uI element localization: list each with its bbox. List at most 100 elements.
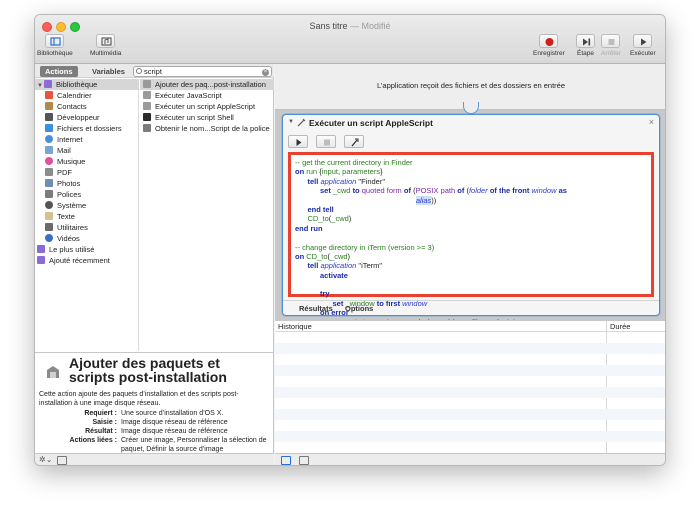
log-panel: Historique Durée [275,320,665,454]
code-line: -- change directory in iTerm (version >=… [295,242,435,252]
tab-results[interactable]: Résultats [299,304,333,313]
category-item[interactable]: Fichiers et dossiers [45,123,122,134]
step-icon [576,34,595,48]
library-bottom-bar: ✲⌄ [35,453,274,465]
compile-script-button[interactable] [344,135,364,148]
disclosure-down-icon[interactable]: ▼ [288,119,294,125]
category-item[interactable]: Développeur [45,112,100,123]
media-icon [96,34,116,48]
category-item[interactable]: Ajouté récemment [37,255,110,266]
action-tabs: Résultats Options [283,300,659,315]
code-line: CD_to(_cwd) [307,214,352,224]
automator-window: Sans titre — Modifié Bibliothèque Multim… [34,14,666,466]
run-script-button[interactable] [288,135,308,148]
category-item[interactable]: ▼ Bibliothèque [35,79,139,90]
calendar-icon [45,91,53,99]
log-row [275,343,665,354]
developer-icon [45,113,53,121]
gear-menu-icon[interactable]: ✲⌄ [39,455,52,464]
library-sidebar-icon [45,34,65,48]
category-item[interactable]: Vidéos [45,233,80,244]
stop-script-button[interactable] [316,135,336,148]
pdf-icon [45,168,53,176]
history-column-header[interactable]: Historique [278,321,312,332]
library-icon [44,80,52,88]
actions-tab[interactable]: Actions [40,66,78,77]
run-toolbar-button[interactable]: Exécuter [630,34,656,57]
disclosure-down-icon[interactable]: ▼ [37,81,44,92]
category-item[interactable]: Utilitaires [45,222,88,233]
internet-icon [45,135,53,143]
action-item[interactable]: Exécuter un script AppleScript [140,101,274,112]
category-item[interactable]: Musique [45,156,85,167]
category-item[interactable]: Internet [45,134,82,145]
code-line: activate [320,270,348,280]
action-item[interactable]: Exécuter JavaScript [140,90,274,101]
step-toolbar-button[interactable]: Étape [576,34,595,57]
log-row [275,431,665,442]
library-toolbar-button[interactable]: Bibliothèque [37,34,73,57]
code-line: alias)) [415,195,437,205]
code-line: set _cwd to quoted form of (POSIX path o… [320,186,567,196]
action-item[interactable]: Ajouter des paq...post-installation [140,79,274,90]
category-item[interactable]: Polices [45,189,81,200]
clear-search-icon[interactable]: × [262,68,269,76]
code-line: on CD_to(_cwd) [295,251,351,261]
code-line: try [320,289,330,299]
mail-icon [45,146,53,154]
action-title: Exécuter un script AppleScript [309,118,433,128]
record-toolbar-button[interactable]: Enregistrer [533,34,565,57]
folder-icon [37,256,45,264]
utilities-icon [45,223,53,231]
search-field[interactable]: script × [133,66,272,77]
script-editor[interactable]: -- get the current directory in Finder o… [288,152,654,327]
category-list: ▼ Bibliothèque Calendrier Contacts Dévelo… [35,79,139,351]
action-list: Ajouter des paq...post-installation Exéc… [140,79,274,351]
description-toggle-icon[interactable] [57,456,67,465]
fonts-icon [45,190,53,198]
close-icon[interactable]: × [649,117,654,127]
applescript-action[interactable]: ▼ Exécuter un script AppleScript × -- ge… [282,114,660,327]
system-icon [45,201,53,209]
terminal-icon [143,113,151,121]
action-item[interactable]: Obtenir le nom...Script de la police [140,123,274,134]
library-header: Actions Variables script × [35,64,274,78]
folder-icon [37,245,45,253]
description-text: Cette action ajoute des paquets d’instal… [39,391,239,407]
variables-tab[interactable]: Variables [87,66,130,77]
category-item[interactable]: Contacts [45,101,87,112]
description-panel: Ajouter des paquets et scripts post-inst… [35,352,274,453]
stop-icon [601,34,621,48]
category-item[interactable]: Calendrier [45,90,92,101]
titlebar: Sans titre — Modifié Bibliothèque Multim… [35,15,665,64]
category-item[interactable]: Système [45,200,86,211]
category-item[interactable]: PDF [45,167,72,178]
category-item[interactable]: Le plus utilisé [37,244,94,255]
music-icon [45,157,53,165]
search-input[interactable]: script [144,67,162,76]
category-item[interactable]: Photos [45,178,80,189]
installer-icon [44,363,62,381]
category-item[interactable]: Texte [45,211,75,222]
script-icon [143,91,151,99]
workflow-area: L’application reçoit des fichiers et des… [275,64,665,327]
play-icon [633,34,653,48]
tab-options[interactable]: Options [345,304,373,313]
description-title: Ajouter des paquets et scripts post-inst… [69,355,227,385]
window-title: Sans titre — Modifié [309,21,391,31]
record-icon [539,34,559,48]
modified-indicator: — Modifié [350,21,391,31]
contacts-icon [45,102,53,110]
stop-toolbar-button[interactable]: Arrêter [601,34,621,57]
code-line: end tell [307,204,334,214]
code-line: on run {input, parameters} [295,167,383,177]
videos-icon [45,234,53,242]
finder-icon [45,124,53,132]
action-item[interactable]: Exécuter un script Shell [140,112,274,123]
log-view-icon[interactable] [299,456,309,465]
media-toolbar-button[interactable]: Multimédia [90,34,121,57]
log-header: Historique Durée [275,321,665,454]
category-item[interactable]: Mail [45,145,71,156]
list-view-icon[interactable] [281,456,291,465]
